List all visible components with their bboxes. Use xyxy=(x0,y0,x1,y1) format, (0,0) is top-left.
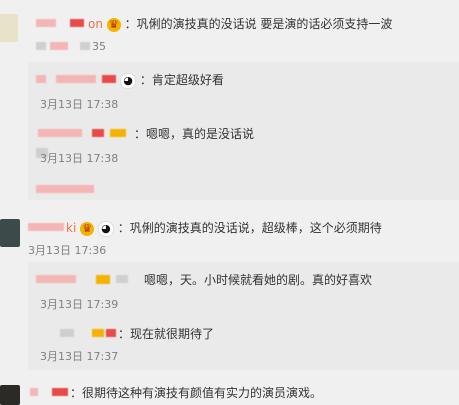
blurred-block xyxy=(60,329,74,337)
more-replies-blurred[interactable] xyxy=(36,184,96,194)
reply-row: ：嗯嗯，真的是没话说 xyxy=(134,126,254,142)
reply-time: 3月13日 17:37 xyxy=(40,350,119,363)
username-blurred[interactable] xyxy=(30,385,70,399)
blurred-block xyxy=(36,19,56,27)
blurred-block xyxy=(50,42,68,50)
reply-username-blurred[interactable] xyxy=(36,272,134,286)
blurred-block xyxy=(102,75,116,83)
panda-emoji-icon: ◕ xyxy=(120,72,136,89)
avatar[interactable] xyxy=(0,385,20,405)
blurred-block xyxy=(80,42,90,50)
blurred-block xyxy=(92,329,104,337)
username-blurred[interactable] xyxy=(30,16,90,30)
blurred-block xyxy=(96,275,110,284)
reply-time: 3月13日 17:38 xyxy=(40,152,119,165)
blurred-block xyxy=(28,223,64,231)
blurred-block xyxy=(36,75,46,83)
avatar[interactable] xyxy=(0,219,20,247)
blurred-block xyxy=(92,129,104,137)
blurred-block xyxy=(106,329,116,337)
comment-row: ：很期待这种有演技有颜值有实力的演员演戏。 xyxy=(70,385,322,401)
comment-text: ：巩俐的演技真的没话说，超级棒，这个必须期待 xyxy=(117,221,382,235)
reply-time: 3月13日 17:39 xyxy=(40,298,119,311)
blurred-block xyxy=(36,275,76,283)
blurred-block xyxy=(70,19,84,27)
blurred-block xyxy=(38,129,82,137)
reply-row: 嗯嗯，天。小时候就看她的剧。真的好喜欢 xyxy=(144,272,372,288)
comment-row: ki ♛ ◕ ：巩俐的演技真的没话说，超级棒，这个必须期待 xyxy=(66,220,382,237)
comment-row: on ♛ ：巩俐的演技真的没话说 要是演的话必须支持一波 xyxy=(88,16,392,32)
reply-username-blurred[interactable] xyxy=(38,126,134,140)
like-count: 35 xyxy=(92,40,106,53)
username-tail[interactable]: ki xyxy=(66,221,76,235)
blurred-block xyxy=(52,388,68,396)
comment-time: 3月13日 17:36 xyxy=(28,244,107,257)
avatar[interactable] xyxy=(0,14,18,42)
blurred-block xyxy=(56,75,96,83)
comment-text: ：巩俐的演技真的没话说 要是演的话必须支持一波 xyxy=(124,17,393,31)
panda-emoji-icon: ◕ xyxy=(97,220,114,237)
reply-text: ：嗯嗯，真的是没话说 xyxy=(134,127,255,141)
blurred-block xyxy=(30,388,38,396)
crown-emoji-icon: ♛ xyxy=(106,17,121,32)
reply-time: 3月13日 17:38 xyxy=(40,98,119,111)
reply-text: ：肯定超级好看 xyxy=(139,73,224,87)
blurred-block xyxy=(36,42,46,50)
reply-text: 嗯嗯，天。小时候就看她的剧。真的好喜欢 xyxy=(144,273,373,287)
reply-username-blurred[interactable] xyxy=(36,72,120,86)
blurred-block xyxy=(36,185,94,193)
comment-text: ：很期待这种有演技有颜值有实力的演员演戏。 xyxy=(70,386,323,400)
reply-username-blurred[interactable] xyxy=(60,326,120,340)
meta-blurred xyxy=(36,40,92,52)
reply-row: ：现在就很期待了 xyxy=(118,326,214,342)
crown-emoji-icon: ♛ xyxy=(80,221,95,236)
blurred-block xyxy=(110,129,126,137)
reply-text: ：现在就很期待了 xyxy=(118,327,215,341)
username-blurred[interactable] xyxy=(28,220,66,234)
blurred-block xyxy=(116,275,128,283)
username-tail[interactable]: on xyxy=(88,17,103,31)
reply-row: ◕ ：肯定超级好看 xyxy=(120,72,224,89)
